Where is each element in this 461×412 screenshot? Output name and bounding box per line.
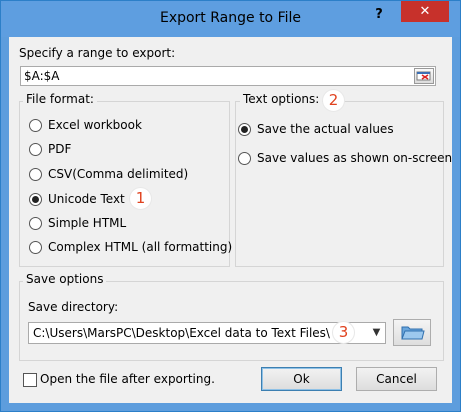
radio-button[interactable]: [29, 118, 42, 132]
radio-label: Excel workbook: [48, 118, 142, 132]
radio-label: Unicode Text: [48, 192, 125, 206]
radio-label: Simple HTML: [48, 216, 127, 230]
browse-folder-button[interactable]: [393, 319, 431, 346]
save-options-group: [19, 281, 444, 361]
radio-simple-html[interactable]: Simple HTML: [29, 214, 126, 232]
radio-label: Save the actual values: [257, 122, 394, 136]
range-label: Specify a range to export:: [19, 46, 176, 60]
radio-button-selected[interactable]: [238, 122, 251, 136]
close-button[interactable]: ✕: [401, 1, 449, 22]
step-badge-1: 1: [129, 187, 152, 210]
dialog-window: Export Range to File ? ✕ Specify a range…: [0, 0, 461, 412]
range-select-button[interactable]: [414, 68, 434, 84]
radio-shown-values[interactable]: Save values as shown on-screen: [238, 149, 452, 167]
save-directory-value: C:\Users\MarsPC\Desktop\Excel data to Te…: [33, 326, 330, 340]
range-select-icon: [416, 71, 431, 81]
radio-unicode-text[interactable]: Unicode Text: [29, 190, 125, 208]
chevron-down-icon[interactable]: ▼: [368, 323, 385, 343]
file-format-legend: File format:: [23, 92, 97, 106]
open-after-label: Open the file after exporting.: [40, 372, 215, 386]
radio-excel-workbook[interactable]: Excel workbook: [29, 116, 142, 134]
save-options-legend: Save options: [23, 272, 107, 286]
save-directory-label: Save directory:: [28, 300, 119, 314]
cancel-button[interactable]: Cancel: [356, 367, 437, 391]
radio-csv[interactable]: CSV(Comma delimited): [29, 165, 188, 183]
range-input[interactable]: [21, 67, 407, 85]
help-button[interactable]: ?: [369, 7, 389, 25]
radio-pdf[interactable]: PDF: [29, 140, 71, 158]
radio-button[interactable]: [238, 151, 251, 165]
ok-button[interactable]: Ok: [261, 367, 342, 391]
radio-button[interactable]: [29, 167, 42, 181]
title-bar[interactable]: Export Range to File ? ✕: [1, 1, 460, 37]
open-after-checkbox[interactable]: [23, 373, 37, 387]
step-badge-2: 2: [322, 89, 345, 112]
radio-button[interactable]: [29, 240, 42, 254]
radio-button[interactable]: [29, 216, 42, 230]
radio-label: CSV(Comma delimited): [48, 167, 189, 181]
text-options-legend: Text options:: [240, 92, 323, 106]
radio-button-selected[interactable]: [29, 192, 42, 206]
dialog-title: Export Range to File: [159, 10, 302, 26]
radio-actual-values[interactable]: Save the actual values: [238, 120, 394, 138]
range-field[interactable]: [20, 66, 436, 86]
step-badge-3: 3: [332, 321, 355, 344]
radio-label: Complex HTML (all formatting): [48, 240, 233, 254]
radio-label: Save values as shown on-screen: [257, 151, 453, 165]
radio-button[interactable]: [29, 142, 42, 156]
radio-complex-html[interactable]: Complex HTML (all formatting): [29, 238, 232, 256]
dialog-body: Specify a range to export: File format: …: [9, 37, 452, 403]
folder-icon: [401, 326, 425, 340]
radio-label: PDF: [48, 142, 72, 156]
